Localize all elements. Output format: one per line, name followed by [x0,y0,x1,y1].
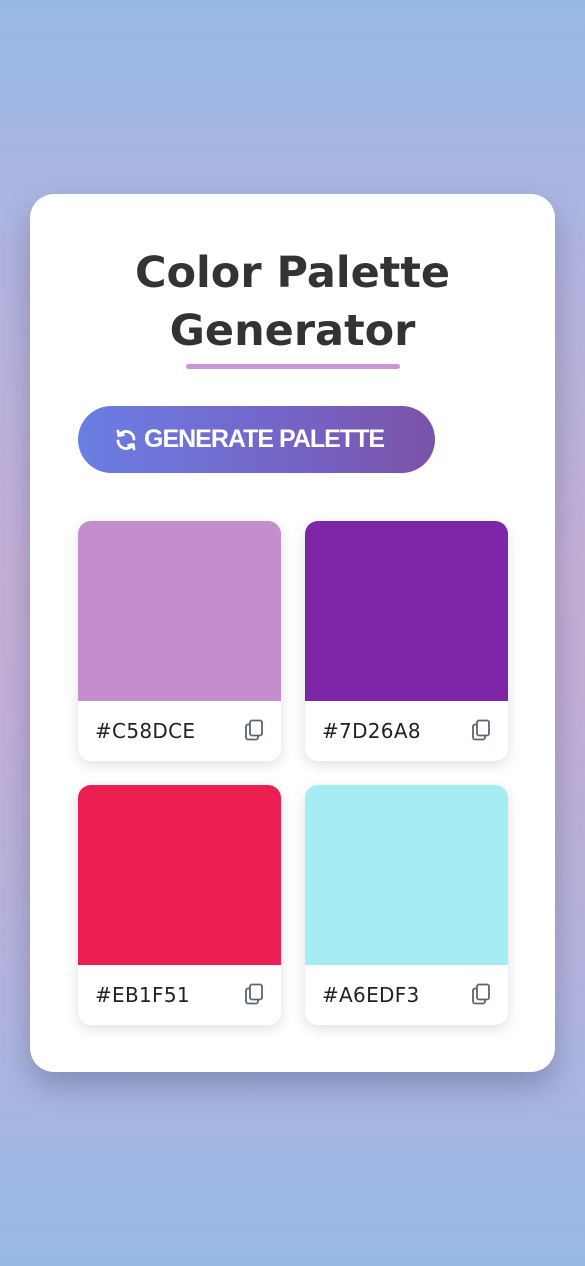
generate-palette-button[interactable]: GENERATE PALETTE [78,406,435,473]
hex-code: #A6EDF3 [322,983,420,1007]
copy-icon[interactable] [469,982,493,1006]
page-title: Color Palette Generator [30,244,555,360]
swatch-card[interactable]: #7D26A8 [305,521,508,761]
title-line-2: Generator [169,306,416,356]
color-swatch[interactable] [78,785,281,965]
palette-card: Color Palette Generator GENERATE PALETTE… [30,194,555,1072]
copy-icon[interactable] [242,718,266,742]
title-line-1: Color Palette [134,248,451,298]
generate-button-label: GENERATE PALETTE [144,425,385,453]
swatch-footer: #EB1F51 [78,965,281,1025]
color-swatch[interactable] [305,785,508,965]
hex-code: #C58DCE [95,719,196,743]
hex-code: #7D26A8 [322,719,421,743]
swatch-card[interactable]: #C58DCE [78,521,281,761]
swatch-footer: #C58DCE [78,701,281,761]
copy-icon[interactable] [242,982,266,1006]
copy-icon[interactable] [469,718,493,742]
color-swatch[interactable] [305,521,508,701]
swatch-footer: #7D26A8 [305,701,508,761]
color-swatch[interactable] [78,521,281,701]
refresh-icon [114,428,138,452]
title-underline [186,364,400,369]
hex-code: #EB1F51 [95,983,190,1007]
swatch-footer: #A6EDF3 [305,965,508,1025]
swatch-card[interactable]: #A6EDF3 [305,785,508,1025]
swatch-card[interactable]: #EB1F51 [78,785,281,1025]
